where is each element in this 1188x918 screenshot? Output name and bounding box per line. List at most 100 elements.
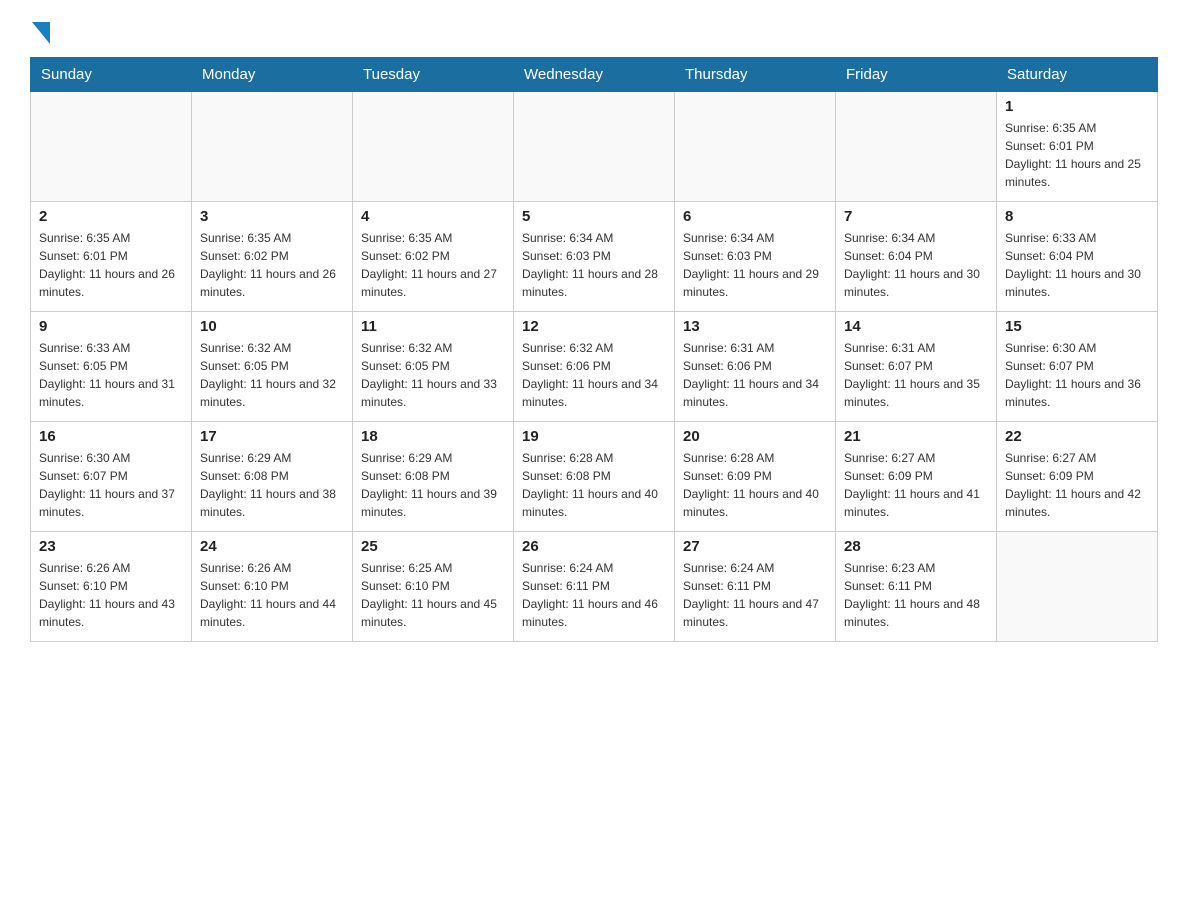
- calendar-cell: 15Sunrise: 6:30 AMSunset: 6:07 PMDayligh…: [997, 312, 1158, 422]
- day-info: Sunrise: 6:34 AMSunset: 6:03 PMDaylight:…: [522, 229, 666, 301]
- calendar-cell: [997, 532, 1158, 642]
- calendar-cell: [353, 92, 514, 202]
- calendar-cell: 28 Sunrise: 6:23 AMSunset: 6:11 PMDayligh…: [836, 532, 997, 642]
- day-info: Sunrise: 6:29 AMSunset: 6:08 PMDaylight:…: [361, 449, 505, 521]
- day-info: Sunrise: 6:33 AMSunset: 6:05 PMDaylight:…: [39, 339, 183, 411]
- logo: [30, 20, 50, 47]
- calendar-cell: 10 Sunrise: 6:32 AMSunset: 6:05 PMDayligh…: [192, 312, 353, 422]
- calendar-cell: 26 Sunrise: 6:24 AMSunset: 6:11 PMDayligh…: [514, 532, 675, 642]
- calendar-table: SundayMondayTuesdayWednesdayThursdayFrid…: [30, 57, 1158, 642]
- calendar-cell: 2Sunrise: 6:35 AMSunset: 6:01 PMDaylight…: [31, 202, 192, 312]
- day-number: 20: [683, 428, 827, 445]
- calendar-header-monday: Monday: [192, 58, 353, 92]
- calendar-cell: [514, 92, 675, 202]
- calendar-cell: [31, 92, 192, 202]
- calendar-cell: 8 Sunrise: 6:33 AMSunset: 6:04 PMDaylight…: [997, 202, 1158, 312]
- calendar-cell: 20 Sunrise: 6:28 AMSunset: 6:09 PMDayligh…: [675, 422, 836, 532]
- day-info: Sunrise: 6:35 AMSunset: 6:02 PMDaylight:…: [200, 229, 344, 301]
- day-info: Sunrise: 6:35 AMSunset: 6:01 PMDaylight:…: [1005, 119, 1149, 191]
- calendar-cell: 3 Sunrise: 6:35 AMSunset: 6:02 PMDaylight…: [192, 202, 353, 312]
- calendar-week-row-5: 23 Sunrise: 6:26 AMSunset: 6:10 PMDayligh…: [31, 532, 1158, 642]
- day-info: Sunrise: 6:24 AMSunset: 6:11 PMDaylight:…: [522, 559, 666, 631]
- calendar-cell: 11 Sunrise: 6:32 AMSunset: 6:05 PMDayligh…: [353, 312, 514, 422]
- calendar-header-wednesday: Wednesday: [514, 58, 675, 92]
- day-info: Sunrise: 6:30 AMSunset: 6:07 PMDaylight:…: [39, 449, 183, 521]
- calendar-cell: [675, 92, 836, 202]
- day-info: Sunrise: 6:23 AMSunset: 6:11 PMDaylight:…: [844, 559, 988, 631]
- calendar-cell: 5 Sunrise: 6:34 AMSunset: 6:03 PMDaylight…: [514, 202, 675, 312]
- day-number: 8: [1005, 208, 1149, 225]
- day-info: Sunrise: 6:28 AMSunset: 6:08 PMDaylight:…: [522, 449, 666, 521]
- page-header: [30, 20, 1158, 47]
- calendar-cell: 4 Sunrise: 6:35 AMSunset: 6:02 PMDaylight…: [353, 202, 514, 312]
- day-number: 1: [1005, 98, 1149, 115]
- calendar-cell: 1 Sunrise: 6:35 AMSunset: 6:01 PMDaylight…: [997, 92, 1158, 202]
- day-number: 26: [522, 538, 666, 555]
- day-number: 13: [683, 318, 827, 335]
- day-info: Sunrise: 6:32 AMSunset: 6:05 PMDaylight:…: [361, 339, 505, 411]
- calendar-header-tuesday: Tuesday: [353, 58, 514, 92]
- calendar-cell: 19 Sunrise: 6:28 AMSunset: 6:08 PMDayligh…: [514, 422, 675, 532]
- day-number: 5: [522, 208, 666, 225]
- day-number: 23: [39, 538, 183, 555]
- day-info: Sunrise: 6:34 AMSunset: 6:03 PMDaylight:…: [683, 229, 827, 301]
- day-info: Sunrise: 6:26 AMSunset: 6:10 PMDaylight:…: [39, 559, 183, 631]
- day-number: 14: [844, 318, 988, 335]
- day-number: 27: [683, 538, 827, 555]
- calendar-header-thursday: Thursday: [675, 58, 836, 92]
- calendar-cell: [192, 92, 353, 202]
- day-info: Sunrise: 6:30 AMSunset: 6:07 PMDaylight:…: [1005, 339, 1149, 411]
- day-info: Sunrise: 6:34 AMSunset: 6:04 PMDaylight:…: [844, 229, 988, 301]
- calendar-cell: 23 Sunrise: 6:26 AMSunset: 6:10 PMDayligh…: [31, 532, 192, 642]
- calendar-cell: 18 Sunrise: 6:29 AMSunset: 6:08 PMDayligh…: [353, 422, 514, 532]
- calendar-week-row-4: 16Sunrise: 6:30 AMSunset: 6:07 PMDayligh…: [31, 422, 1158, 532]
- calendar-cell: 24 Sunrise: 6:26 AMSunset: 6:10 PMDayligh…: [192, 532, 353, 642]
- day-number: 3: [200, 208, 344, 225]
- day-number: 18: [361, 428, 505, 445]
- day-number: 21: [844, 428, 988, 445]
- calendar-week-row-1: 1 Sunrise: 6:35 AMSunset: 6:01 PMDaylight…: [31, 92, 1158, 202]
- day-number: 24: [200, 538, 344, 555]
- calendar-header-row: SundayMondayTuesdayWednesdayThursdayFrid…: [31, 58, 1158, 92]
- logo-triangle-icon: [32, 22, 50, 49]
- day-number: 28: [844, 538, 988, 555]
- calendar-cell: 9 Sunrise: 6:33 AMSunset: 6:05 PMDaylight…: [31, 312, 192, 422]
- day-number: 4: [361, 208, 505, 225]
- calendar-header-saturday: Saturday: [997, 58, 1158, 92]
- day-info: Sunrise: 6:26 AMSunset: 6:10 PMDaylight:…: [200, 559, 344, 631]
- calendar-cell: [836, 92, 997, 202]
- calendar-cell: 17 Sunrise: 6:29 AMSunset: 6:08 PMDayligh…: [192, 422, 353, 532]
- day-info: Sunrise: 6:25 AMSunset: 6:10 PMDaylight:…: [361, 559, 505, 631]
- calendar-week-row-2: 2Sunrise: 6:35 AMSunset: 6:01 PMDaylight…: [31, 202, 1158, 312]
- day-number: 6: [683, 208, 827, 225]
- calendar-cell: 16Sunrise: 6:30 AMSunset: 6:07 PMDayligh…: [31, 422, 192, 532]
- day-info: Sunrise: 6:33 AMSunset: 6:04 PMDaylight:…: [1005, 229, 1149, 301]
- day-info: Sunrise: 6:27 AMSunset: 6:09 PMDaylight:…: [844, 449, 988, 521]
- calendar-header-sunday: Sunday: [31, 58, 192, 92]
- calendar-cell: 21 Sunrise: 6:27 AMSunset: 6:09 PMDayligh…: [836, 422, 997, 532]
- day-info: Sunrise: 6:31 AMSunset: 6:06 PMDaylight:…: [683, 339, 827, 411]
- day-number: 19: [522, 428, 666, 445]
- day-number: 10: [200, 318, 344, 335]
- day-number: 2: [39, 208, 183, 225]
- day-info: Sunrise: 6:35 AMSunset: 6:02 PMDaylight:…: [361, 229, 505, 301]
- calendar-cell: 14 Sunrise: 6:31 AMSunset: 6:07 PMDayligh…: [836, 312, 997, 422]
- day-info: Sunrise: 6:32 AMSunset: 6:05 PMDaylight:…: [200, 339, 344, 411]
- day-number: 25: [361, 538, 505, 555]
- day-number: 22: [1005, 428, 1149, 445]
- day-number: 12: [522, 318, 666, 335]
- calendar-cell: 25 Sunrise: 6:25 AMSunset: 6:10 PMDayligh…: [353, 532, 514, 642]
- calendar-cell: 22Sunrise: 6:27 AMSunset: 6:09 PMDayligh…: [997, 422, 1158, 532]
- day-info: Sunrise: 6:24 AMSunset: 6:11 PMDaylight:…: [683, 559, 827, 631]
- day-info: Sunrise: 6:29 AMSunset: 6:08 PMDaylight:…: [200, 449, 344, 521]
- day-number: 17: [200, 428, 344, 445]
- day-number: 7: [844, 208, 988, 225]
- calendar-cell: 12Sunrise: 6:32 AMSunset: 6:06 PMDayligh…: [514, 312, 675, 422]
- calendar-cell: 6 Sunrise: 6:34 AMSunset: 6:03 PMDaylight…: [675, 202, 836, 312]
- day-number: 11: [361, 318, 505, 335]
- day-info: Sunrise: 6:28 AMSunset: 6:09 PMDaylight:…: [683, 449, 827, 521]
- day-info: Sunrise: 6:31 AMSunset: 6:07 PMDaylight:…: [844, 339, 988, 411]
- calendar-week-row-3: 9 Sunrise: 6:33 AMSunset: 6:05 PMDaylight…: [31, 312, 1158, 422]
- calendar-header-friday: Friday: [836, 58, 997, 92]
- day-number: 9: [39, 318, 183, 335]
